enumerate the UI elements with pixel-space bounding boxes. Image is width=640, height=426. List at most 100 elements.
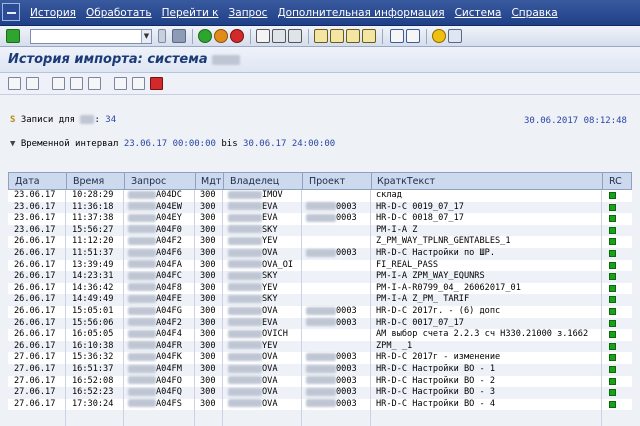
find-icon[interactable] (272, 29, 286, 43)
table-row[interactable]: 26.06.17 15:56:06 A04F2 300 EVA 0003 HR-D-C 00… (8, 317, 632, 330)
table-row[interactable]: 26.06.17 13:39:49 A04FA 300 OVA_OI FI_REAL_PA… (8, 259, 632, 272)
menu-item[interactable]: Перейти к (162, 7, 219, 19)
table-row[interactable]: 23.06.17 15:56:27 A04F0 300 SKY PM-I-A Z (8, 224, 632, 237)
table-row[interactable]: 27.06.17 16:52:23 A04FQ 300 OVA 0003 HR-D-C На… (8, 387, 632, 399)
find-next-icon[interactable] (288, 29, 302, 43)
rc-ok-icon[interactable] (609, 215, 616, 223)
rc-ok-icon[interactable] (609, 354, 616, 362)
save-icon[interactable] (172, 29, 186, 43)
header-time[interactable]: Время (73, 176, 104, 187)
cell-time: 15:56:06 (72, 317, 114, 328)
menu-item[interactable]: Дополнительная информация (277, 7, 444, 19)
shortcut-icon[interactable] (406, 29, 420, 43)
rc-ok-icon[interactable] (609, 203, 616, 211)
collapse-icon[interactable] (158, 29, 166, 43)
rc-ok-icon[interactable] (609, 342, 616, 350)
rc-ok-icon[interactable] (609, 226, 616, 234)
cell-project: 0003 (306, 376, 357, 388)
table-row[interactable]: 26.06.17 14:36:42 A04F8 300 YEV PM-I-A-R0799_… (8, 282, 632, 295)
rc-ok-icon[interactable] (609, 319, 616, 327)
header-client[interactable]: Мдт (201, 176, 221, 187)
cell-owner: EVA (228, 213, 278, 225)
grid-icon[interactable] (114, 77, 127, 90)
rc-ok-icon[interactable] (609, 377, 616, 385)
table-row[interactable]: 27.06.17 16:52:08 A04FO 300 OVA 0003 HR-D-C На… (8, 375, 632, 388)
header-project[interactable]: Проект (309, 176, 345, 187)
application-toolbar (0, 73, 640, 95)
rc-ok-icon[interactable] (609, 308, 616, 315)
rc-ok-icon[interactable] (609, 284, 616, 292)
print-icon[interactable] (256, 29, 270, 43)
back-icon[interactable] (198, 29, 212, 43)
rc-ok-icon[interactable] (609, 389, 616, 397)
header-short-text[interactable]: КраткТекст (377, 176, 435, 187)
delete-icon[interactable] (150, 77, 163, 90)
table-row[interactable]: 27.06.17 16:51:37 A04FM 300 OVA 0003 HR-D-C На… (8, 364, 632, 376)
menu-item[interactable]: Запрос (229, 7, 268, 19)
header-request[interactable]: Запрос (131, 176, 166, 187)
cell-request-text: A04FA (156, 259, 182, 270)
refresh-icon[interactable] (8, 77, 21, 90)
cell-owner-text: EVA (262, 213, 278, 224)
menu-item[interactable]: Система (455, 7, 502, 19)
table-row[interactable]: 26.06.17 16:05:05 A04F4 300 OVICH AM выбор сч… (8, 329, 632, 341)
table-row[interactable]: 26.06.17 14:49:49 A04FE 300 SKY PM-I-A Z_PM_ … (8, 294, 632, 306)
rc-ok-icon[interactable] (609, 400, 616, 408)
log-icon[interactable] (70, 77, 83, 90)
cell-time: 17:30:24 (72, 398, 114, 409)
table-row[interactable]: 27.06.17 15:36:32 A04FK 300 OVA 0003 HR-D-C 20… (8, 352, 632, 364)
last-page-icon[interactable] (362, 29, 376, 43)
rc-ok-icon[interactable] (609, 331, 616, 339)
menu-item[interactable]: Справка (511, 7, 557, 19)
header-date[interactable]: Дата (15, 176, 40, 187)
rc-ok-icon[interactable] (609, 192, 616, 199)
next-page-icon[interactable] (346, 29, 360, 43)
table-row[interactable]: 27.06.17 17:30:24 A04FS 300 OVA 0003 HR-D-C На… (8, 398, 632, 411)
rc-ok-icon[interactable] (609, 250, 616, 257)
filter-icon[interactable] (26, 77, 39, 90)
rc-ok-icon[interactable] (609, 273, 616, 281)
check-icon[interactable] (6, 29, 20, 43)
redacted-value (306, 213, 336, 222)
menu-item[interactable]: Обработать (86, 7, 152, 19)
table-row[interactable]: 23.06.17 11:37:38 A04EY 300 EVA 0003 HR-D-C 00… (8, 213, 632, 225)
table-row[interactable]: 26.06.17 16:10:38 A04FR 300 YEV ZPM_ _1 (8, 340, 632, 353)
cell-request-text: A04FE (156, 294, 182, 305)
interval-line: ▼ Временной интервал 23.06.17 00:00:00 b… (10, 139, 335, 149)
exit-icon[interactable] (214, 29, 228, 43)
header-rc[interactable]: RC (609, 176, 622, 187)
redacted-value (228, 387, 262, 396)
list-icon[interactable] (132, 77, 145, 90)
rc-ok-icon[interactable] (609, 261, 616, 269)
cell-owner-text: YEV (262, 236, 278, 247)
command-field[interactable] (30, 29, 152, 44)
cell-project-text: 0003 (336, 213, 357, 224)
command-dropdown-icon[interactable]: ▼ (141, 30, 151, 43)
cell-date: 26.06.17 (14, 317, 56, 328)
cancel-icon[interactable] (230, 29, 244, 43)
table-row[interactable]: 26.06.17 11:12:20 A04F2 300 YEV Z_PM_WAY_TPLN… (8, 236, 632, 248)
menu-item[interactable]: История (30, 7, 76, 19)
cell-client: 300 (200, 224, 216, 235)
rc-ok-icon[interactable] (609, 296, 616, 304)
cell-request: A04FS (128, 399, 182, 411)
table-row[interactable]: 26.06.17 14:23:31 A04FC 300 SKY PM-I-A ZPM_WA… (8, 271, 632, 283)
export-icon[interactable] (88, 77, 101, 90)
table-row[interactable]: 26.06.17 11:51:37 A04F6 300 OVA 0003 HR-D-C На… (8, 248, 632, 260)
table-row[interactable]: 23.06.17 11:36:18 A04EW 300 EVA 0003 HR-D-C 00… (8, 201, 632, 214)
header-owner[interactable]: Владелец (230, 176, 279, 187)
cell-time: 14:23:31 (72, 271, 114, 282)
help-icon[interactable] (432, 29, 446, 43)
table-row[interactable]: 26.06.17 15:05:01 A04FG 300 OVA 0003 HR-D-C 20… (8, 306, 632, 318)
sap-menu-icon[interactable] (2, 3, 20, 21)
layout-icon[interactable] (448, 29, 462, 43)
cell-time: 16:05:05 (72, 329, 114, 340)
rc-ok-icon[interactable] (609, 238, 616, 246)
redacted-value (228, 318, 262, 327)
first-page-icon[interactable] (314, 29, 328, 43)
table-row[interactable]: 23.06.17 10:28:29 A04DC 300 IMOV склад (8, 190, 632, 202)
details-icon[interactable] (52, 77, 65, 90)
prev-page-icon[interactable] (330, 29, 344, 43)
rc-ok-icon[interactable] (609, 366, 616, 373)
new-session-icon[interactable] (390, 29, 404, 43)
